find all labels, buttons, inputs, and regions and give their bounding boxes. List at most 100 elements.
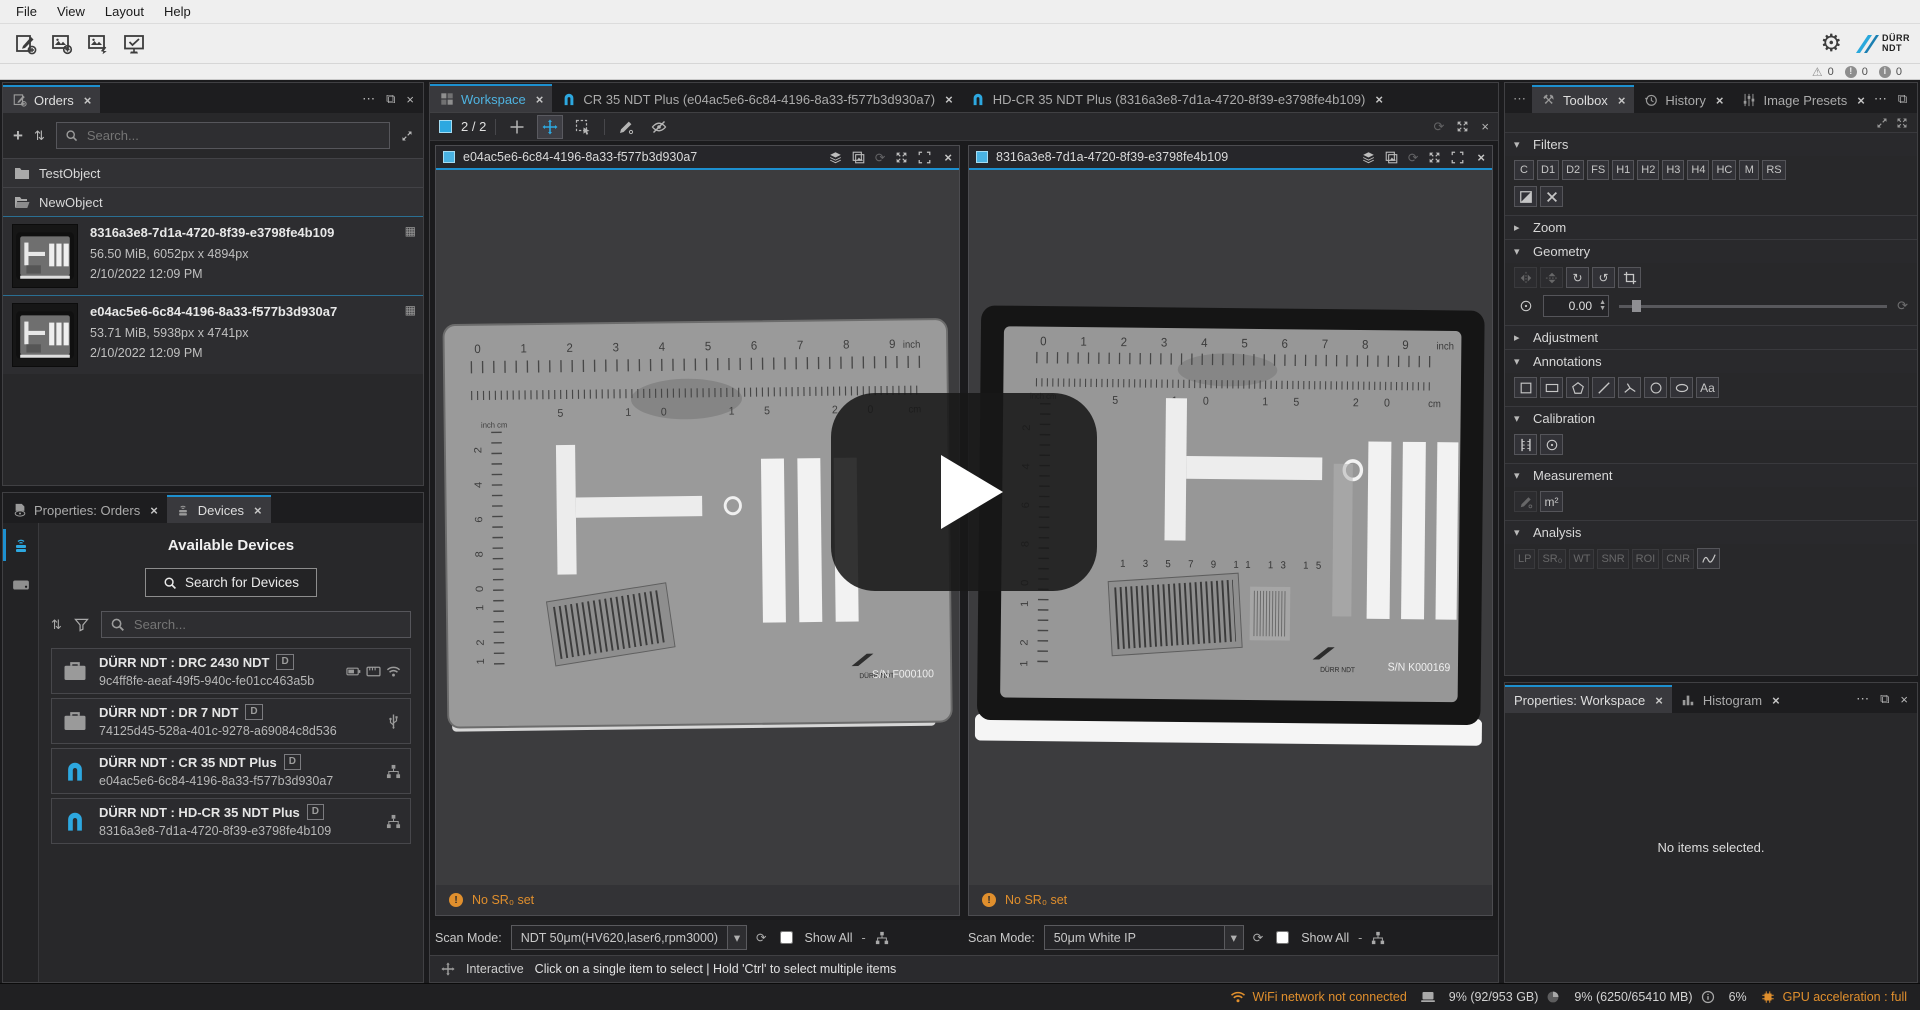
tab-close-icon[interactable]: ×: [1716, 93, 1724, 108]
fullscreen-icon[interactable]: [1451, 151, 1464, 164]
rotate-icon[interactable]: ⟳: [875, 150, 885, 165]
filter-button[interactable]: HC: [1712, 160, 1736, 180]
orders-more-icon[interactable]: ⋯: [362, 91, 375, 107]
analysis-button[interactable]: CNR: [1662, 549, 1694, 569]
filter-button[interactable]: C: [1514, 160, 1534, 180]
clear-filter-icon[interactable]: [1540, 186, 1563, 207]
expand-icon[interactable]: [1428, 151, 1441, 164]
network-share-icon[interactable]: [1371, 931, 1385, 945]
wifi-status[interactable]: WiFi network not connected: [1230, 990, 1407, 1004]
rail-wireless-scanner-icon[interactable]: [3, 531, 38, 559]
orders-tab-close-icon[interactable]: ×: [84, 93, 92, 108]
crop-icon[interactable]: [1618, 267, 1641, 288]
polygon-annotation-icon[interactable]: [1566, 377, 1589, 398]
folder-testobject[interactable]: TestObject: [3, 158, 423, 187]
caliper-calibration-icon[interactable]: [1514, 434, 1537, 455]
close-workspace-icon[interactable]: ×: [1481, 119, 1489, 134]
filter-button[interactable]: H4: [1687, 160, 1709, 180]
tab-devices[interactable]: Devices ×: [167, 495, 271, 523]
flip-vertical-icon[interactable]: [1540, 267, 1563, 288]
slider-knob[interactable]: [1632, 300, 1641, 312]
tab-close-icon[interactable]: ×: [536, 92, 544, 107]
properties-close-icon[interactable]: ×: [1900, 692, 1908, 707]
tab-history[interactable]: History ×: [1634, 85, 1732, 113]
tab-image-presets[interactable]: Image Presets ×: [1732, 85, 1873, 113]
devices-search[interactable]: [101, 611, 411, 638]
rotate-cw-icon[interactable]: ↻: [1566, 267, 1589, 288]
fullscreen-icon[interactable]: [918, 151, 931, 164]
orders-expand-icon[interactable]: [401, 130, 413, 142]
tab-properties-orders[interactable]: Properties: Orders ×: [3, 495, 167, 523]
network-share-icon[interactable]: [875, 931, 889, 945]
tab-histogram[interactable]: Histogram ×: [1672, 685, 1789, 713]
analysis-button[interactable]: LP: [1514, 549, 1535, 569]
copy-image-icon[interactable]: [852, 151, 865, 164]
section-geometry[interactable]: ▾ Geometry: [1505, 239, 1917, 263]
section-calibration[interactable]: ▾ Calibration: [1505, 406, 1917, 430]
devices-search-input[interactable]: [132, 616, 402, 633]
rotate-icon[interactable]: ⟳: [1408, 150, 1418, 165]
menu-help[interactable]: Help: [154, 2, 201, 21]
sort-orders-icon[interactable]: ⇅: [34, 128, 45, 144]
order-item[interactable]: 8316a3e8-7d1a-4720-8f39-e3798fe4b109 56.…: [3, 216, 423, 295]
viewer-checkbox[interactable]: [443, 151, 455, 163]
tab-close-icon[interactable]: ×: [254, 503, 262, 518]
spin-down-icon[interactable]: ▼: [1599, 306, 1606, 312]
info-circle-icon[interactable]: i: [1879, 66, 1891, 78]
crosshair-tool-icon[interactable]: [505, 116, 529, 138]
section-zoom[interactable]: ▸ Zoom: [1505, 215, 1917, 239]
section-measurement[interactable]: ▾ Measurement: [1505, 463, 1917, 487]
error-circle-icon[interactable]: !: [1845, 66, 1857, 78]
section-analysis[interactable]: ▾ Analysis: [1505, 520, 1917, 544]
maximize-icon[interactable]: [1456, 120, 1469, 133]
analysis-button[interactable]: ROI: [1632, 549, 1660, 569]
filter-button[interactable]: RS: [1762, 160, 1785, 180]
annotate-pen-icon[interactable]: [614, 116, 638, 138]
analysis-button[interactable]: WT: [1569, 549, 1594, 569]
viewer-checkbox[interactable]: [976, 151, 988, 163]
menu-layout[interactable]: Layout: [95, 2, 154, 21]
refresh-icon[interactable]: ⟳: [1434, 119, 1445, 135]
device-row[interactable]: DÜRR NDT : CR 35 NDT Plus D e04ac5e6-6c8…: [51, 748, 411, 794]
text-annotation-button[interactable]: Aa: [1696, 377, 1719, 398]
properties-popout-icon[interactable]: ⧉: [1880, 691, 1889, 707]
tab-close-icon[interactable]: ×: [1655, 693, 1663, 708]
close-viewer-icon[interactable]: ×: [944, 150, 952, 165]
menu-view[interactable]: View: [47, 2, 95, 21]
custom-filter-icon[interactable]: [1514, 186, 1537, 207]
analysis-button[interactable]: SNR: [1597, 549, 1628, 569]
layers-icon[interactable]: [1362, 151, 1375, 164]
tab-workspace[interactable]: Workspace ×: [430, 84, 552, 112]
tab-toolbox[interactable]: ⚒ Toolbox ×: [1532, 85, 1634, 113]
tab-close-icon[interactable]: ×: [1618, 93, 1626, 108]
order-grid-icon[interactable]: ▦: [405, 303, 416, 317]
filter-button[interactable]: H2: [1637, 160, 1659, 180]
orders-search[interactable]: [56, 122, 390, 149]
settings-gear-icon[interactable]: ⚙: [1820, 32, 1842, 56]
collapse-all-icon[interactable]: [1876, 117, 1888, 132]
toolbox-more-icon[interactable]: ⋯: [1874, 91, 1887, 107]
filter-button[interactable]: H1: [1612, 160, 1634, 180]
filter-funnel-icon[interactable]: [74, 617, 89, 632]
layout-select-icon[interactable]: [439, 120, 452, 133]
remove-icon[interactable]: -: [1358, 931, 1362, 945]
filter-button[interactable]: H3: [1662, 160, 1684, 180]
pan-tool-icon[interactable]: [538, 116, 562, 138]
tab-orders[interactable]: Orders ×: [3, 85, 100, 113]
profile-curve-icon[interactable]: [1697, 548, 1720, 569]
tab-close-icon[interactable]: ×: [150, 503, 158, 518]
menu-file[interactable]: File: [6, 2, 47, 21]
order-item[interactable]: e04ac5e6-6c84-4196-8a33-f577b3d930a7 53.…: [3, 295, 423, 374]
filter-button[interactable]: M: [1739, 160, 1759, 180]
add-image-icon[interactable]: [46, 29, 78, 59]
orders-close-icon[interactable]: ×: [406, 92, 414, 107]
reset-rotation-icon[interactable]: ⟳: [1897, 298, 1908, 314]
select-tool-icon[interactable]: [571, 116, 595, 138]
distance-measure-icon[interactable]: [1514, 491, 1537, 512]
analysis-button[interactable]: SR₀: [1538, 549, 1566, 569]
warning-triangle-icon[interactable]: ⚠: [1812, 66, 1823, 78]
circle-calibration-icon[interactable]: [1540, 434, 1563, 455]
orders-search-input[interactable]: [85, 127, 381, 144]
refresh-scan-icon[interactable]: ⟳: [1253, 930, 1263, 945]
copy-image-icon[interactable]: [1385, 151, 1398, 164]
